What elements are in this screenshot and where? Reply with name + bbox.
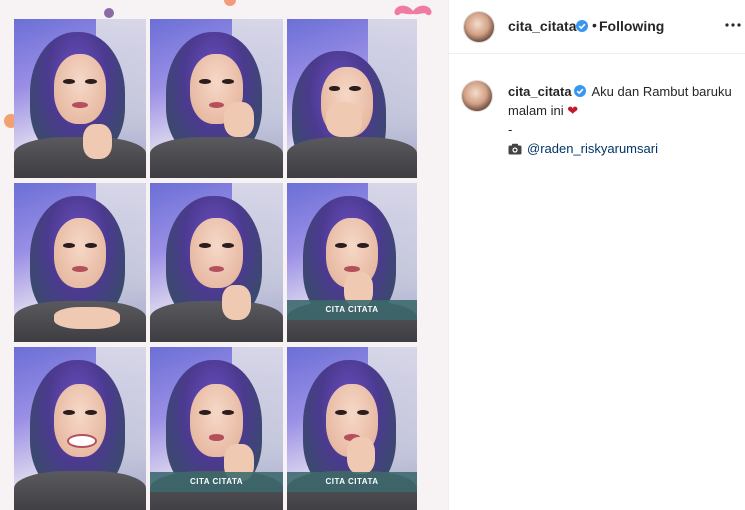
photo-tile: CITA CITATA bbox=[287, 347, 417, 510]
decor-dot bbox=[104, 8, 114, 18]
photo-tile bbox=[287, 19, 417, 178]
following-button[interactable]: Following bbox=[599, 18, 664, 34]
caption-text-block: cita_citata Aku dan Rambut baruku malam … bbox=[508, 82, 733, 158]
heart-emoji-icon: ❤ bbox=[567, 103, 579, 118]
photo-tile: CITA CITATA bbox=[287, 183, 417, 342]
camera-icon bbox=[508, 143, 522, 155]
photo-tile bbox=[14, 183, 146, 342]
caption-username[interactable]: cita_citata bbox=[508, 84, 572, 99]
post-side-panel: cita_citata • Following cita_citata Aku … bbox=[449, 0, 745, 510]
tile-caption: CITA CITATA bbox=[287, 300, 417, 320]
photo-tile bbox=[14, 347, 146, 510]
tile-caption: CITA CITATA bbox=[287, 472, 417, 492]
mention-link[interactable]: @raden_riskyarumsari bbox=[527, 141, 658, 156]
post-header: cita_citata • Following bbox=[449, 0, 745, 54]
separator-dot: • bbox=[592, 17, 597, 33]
avatar[interactable] bbox=[462, 81, 492, 111]
photo-grid: CITA CITATA CITA CITATA CITA CITATA bbox=[14, 19, 418, 510]
verified-badge-icon bbox=[576, 20, 588, 32]
photo-tile bbox=[150, 19, 283, 178]
avatar[interactable] bbox=[464, 12, 494, 42]
caption-credit-line: @raden_riskyarumsari bbox=[508, 141, 658, 156]
verified-badge-icon bbox=[573, 85, 586, 97]
photo-tile bbox=[150, 183, 283, 342]
photo-tile: CITA CITATA bbox=[150, 347, 283, 510]
caption-dash: - bbox=[508, 122, 513, 137]
tile-caption: CITA CITATA bbox=[150, 472, 283, 492]
instagram-post: CITA CITATA CITA CITATA CITA CITATA cita… bbox=[0, 0, 745, 510]
post-image[interactable]: CITA CITATA CITA CITATA CITA CITATA bbox=[0, 0, 449, 510]
more-horizontal-icon[interactable] bbox=[724, 16, 742, 34]
photo-tile bbox=[14, 19, 146, 178]
decor-dot bbox=[224, 0, 236, 6]
header-username[interactable]: cita_citata bbox=[508, 18, 576, 34]
